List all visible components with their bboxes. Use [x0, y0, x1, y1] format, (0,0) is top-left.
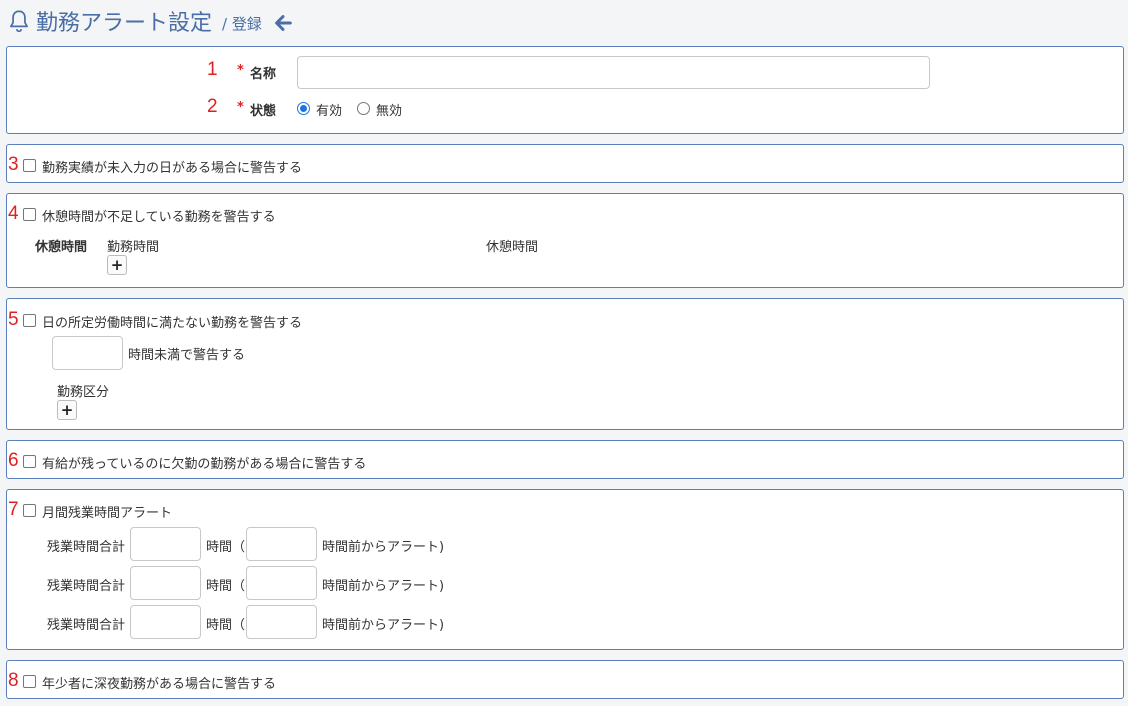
basic-settings-panel: 1 * 名称 2 * 状態 有効 無効 — [6, 46, 1124, 134]
paid-leave-absence-panel: 6 有給が残っているのに欠勤の勤務がある場合に警告する — [6, 440, 1124, 479]
page-title: 勤務アラート設定 — [36, 11, 213, 36]
overtime-tail-text: 時間前からアラート) — [322, 540, 445, 555]
overtime-total-input[interactable] — [130, 527, 201, 561]
overtime-total-input[interactable] — [130, 566, 201, 600]
minor-night-work-panel: 8 年少者に深夜勤務がある場合に警告する — [6, 660, 1124, 699]
monthly-overtime-checkbox[interactable] — [23, 504, 36, 517]
break-shortage-checkbox[interactable] — [23, 208, 36, 221]
marker-3: 3 — [8, 154, 19, 175]
overtime-before-input[interactable] — [246, 605, 317, 639]
paid-leave-absence-label: 有給が残っているのに欠勤の勤務がある場合に警告する — [42, 457, 367, 472]
marker-1: 1 — [207, 59, 218, 80]
name-input[interactable] — [297, 56, 930, 89]
add-break-row-button[interactable]: + — [107, 255, 127, 275]
underwork-label: 日の所定労働時間に満たない勤務を警告する — [42, 316, 303, 331]
page-header: 勤務アラート設定 / 登録 — [6, 6, 294, 36]
bell-icon — [10, 10, 28, 33]
overtime-tail-text: 時間前からアラート) — [322, 618, 445, 633]
back-arrow-icon[interactable] — [272, 12, 294, 34]
status-radio-disabled[interactable] — [357, 102, 370, 115]
overtime-before-input[interactable] — [246, 527, 317, 561]
break-time-subtitle: 休憩時間 — [35, 240, 88, 255]
overtime-hours-text: 時間（ — [206, 579, 246, 594]
overtime-total-label: 残業時間合計 — [47, 618, 126, 633]
marker-8: 8 — [8, 670, 19, 691]
missing-record-panel: 3 勤務実績が未入力の日がある場合に警告する — [6, 144, 1124, 183]
marker-5: 5 — [8, 309, 19, 330]
required-mark: * — [237, 100, 244, 115]
paid-leave-absence-checkbox[interactable] — [23, 455, 36, 468]
underwork-hours-suffix: 時間未満で警告する — [128, 348, 246, 363]
marker-7: 7 — [8, 499, 19, 520]
status-radio-enabled[interactable] — [297, 102, 310, 115]
status-option-disabled: 無効 — [376, 104, 403, 119]
overtime-before-input[interactable] — [246, 566, 317, 600]
overtime-hours-text: 時間（ — [206, 540, 246, 555]
underwork-checkbox[interactable] — [23, 314, 36, 327]
work-type-label: 勤務区分 — [57, 385, 110, 400]
work-time-column: 勤務時間 — [107, 240, 160, 255]
minor-night-work-label: 年少者に深夜勤務がある場合に警告する — [42, 677, 277, 692]
add-work-type-button[interactable]: + — [57, 400, 77, 420]
minor-night-work-checkbox[interactable] — [23, 675, 36, 688]
underwork-panel: 5 日の所定労働時間に満たない勤務を警告する 時間未満で警告する 勤務区分 + — [6, 298, 1124, 430]
missing-record-label: 勤務実績が未入力の日がある場合に警告する — [42, 161, 303, 176]
monthly-overtime-label: 月間残業時間アラート — [42, 506, 173, 521]
marker-4: 4 — [8, 203, 19, 224]
break-shortage-panel: 4 休憩時間が不足している勤務を警告する 休憩時間 勤務時間 休憩時間 + — [6, 193, 1124, 288]
overtime-total-label: 残業時間合計 — [47, 579, 126, 594]
marker-6: 6 — [8, 450, 19, 471]
name-label: 名称 — [250, 67, 277, 82]
overtime-tail-text: 時間前からアラート) — [322, 579, 445, 594]
overtime-hours-text: 時間（ — [206, 618, 246, 633]
status-option-enabled: 有効 — [316, 104, 343, 119]
break-time-column: 休憩時間 — [486, 240, 539, 255]
overtime-total-label: 残業時間合計 — [47, 540, 126, 555]
status-label: 状態 — [250, 104, 277, 119]
required-mark: * — [237, 63, 244, 78]
overtime-total-input[interactable] — [130, 605, 201, 639]
missing-record-checkbox[interactable] — [23, 159, 36, 172]
marker-2: 2 — [207, 96, 218, 117]
monthly-overtime-panel: 7 月間残業時間アラート 残業時間合計 時間（ 時間前からアラート) 残業時間合… — [6, 489, 1124, 650]
underwork-hours-input[interactable] — [52, 336, 123, 370]
page-subtitle: / 登録 — [222, 14, 262, 33]
break-shortage-label: 休憩時間が不足している勤務を警告する — [42, 210, 276, 225]
